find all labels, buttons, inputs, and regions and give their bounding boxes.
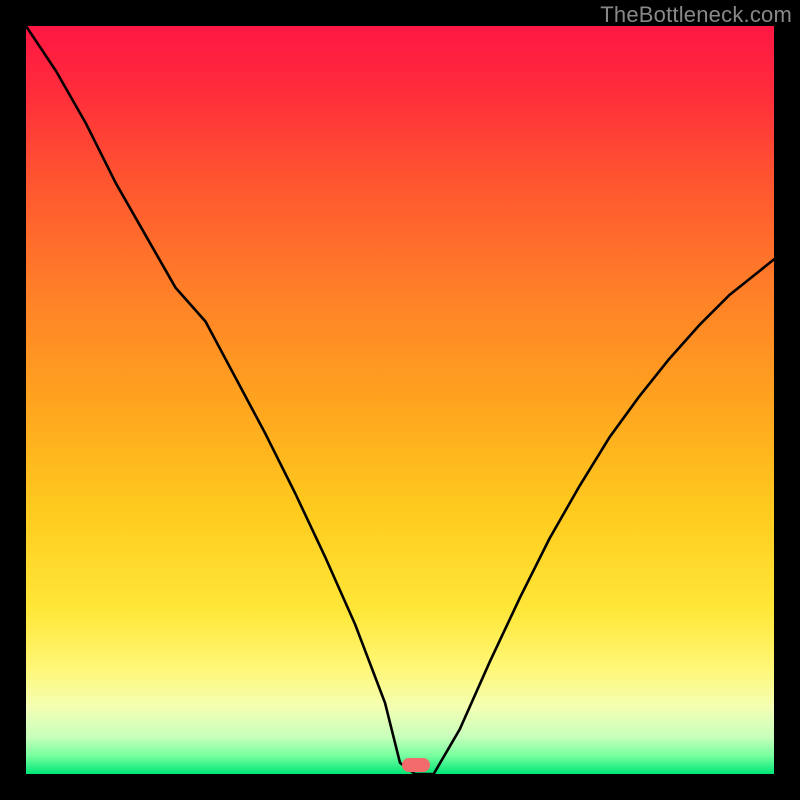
background-gradient <box>26 26 774 774</box>
chart-frame: TheBottleneck.com <box>0 0 800 800</box>
plot-area <box>26 26 774 774</box>
watermark-text: TheBottleneck.com <box>600 2 792 28</box>
optimum-marker <box>402 758 430 772</box>
